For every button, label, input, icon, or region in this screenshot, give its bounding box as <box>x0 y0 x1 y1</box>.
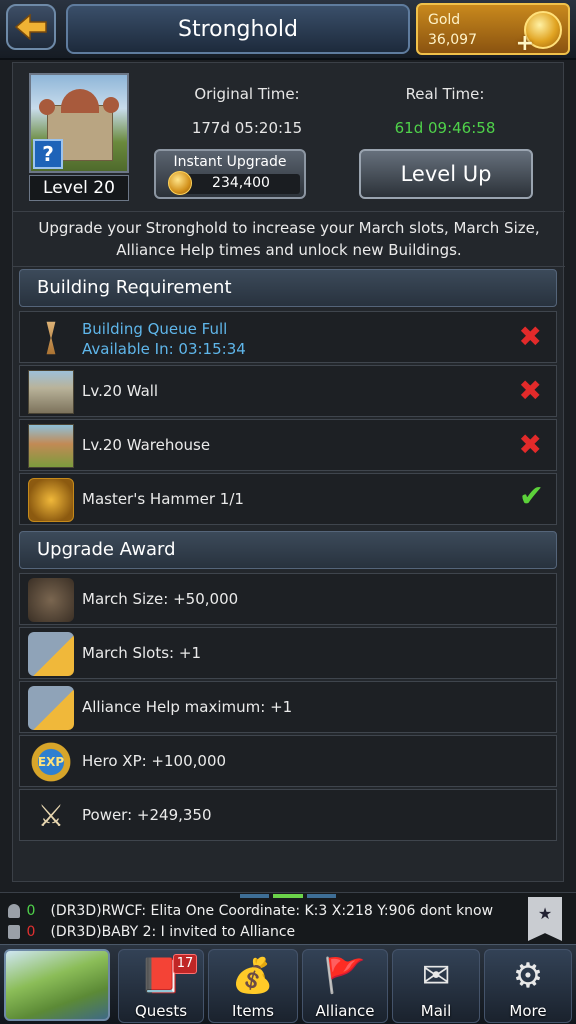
world-map-button[interactable] <box>4 949 110 1021</box>
add-gold-icon: + <box>515 31 534 56</box>
requirements-header: Building Requirement <box>19 269 557 307</box>
original-time-label: Original Time: <box>194 85 300 103</box>
instant-upgrade-label: Instant Upgrade <box>173 154 287 170</box>
requirement-queue-text: Building Queue Full Available In: 03:15:… <box>82 319 246 359</box>
chat-bubble-icon <box>8 925 20 939</box>
requirement-label: Lv.20 Wall <box>82 382 159 400</box>
unmet-x-icon: ✖ <box>518 428 542 461</box>
awards-header: Upgrade Award <box>19 531 557 569</box>
warehouse-icon <box>28 424 74 468</box>
chat-page-indicator <box>240 894 336 898</box>
chat-line: 0 (DR3D)RWCF: Elita One Coordinate: K:3 … <box>8 901 493 921</box>
bottom-nav: 📕 17 Quests 💰 Items 🚩 Alliance ✉ Mail ⚙ … <box>0 944 576 1024</box>
award-label: March Size: +50,000 <box>82 590 239 608</box>
wall-icon <box>28 370 74 414</box>
level-up-button[interactable]: Level Up <box>359 149 533 199</box>
nav-quests[interactable]: 📕 17 Quests <box>118 949 204 1023</box>
queue-status: Building Queue Full <box>82 320 228 338</box>
nav-label: Items <box>232 1002 274 1020</box>
checkmark-icon: ✔ <box>518 479 544 514</box>
stronghold-panel: ? Level 20 Original Time: 177d 05:20:15 … <box>12 62 565 882</box>
unmet-x-icon: ✖ <box>518 320 542 353</box>
instant-upgrade-cost: 234,400 <box>212 175 270 191</box>
page-title: Stronghold <box>66 4 410 54</box>
user-icon <box>8 904 20 918</box>
exp-icon: EXP <box>28 740 74 784</box>
back-button[interactable] <box>6 4 56 50</box>
real-time-label: Real Time: <box>405 85 485 103</box>
award-row: EXP Hero XP: +100,000 <box>19 735 557 787</box>
hammer-icon <box>28 478 74 522</box>
requirement-row-hammer[interactable]: Master's Hammer 1/1 ✔ <box>19 473 557 525</box>
nav-alliance[interactable]: 🚩 Alliance <box>302 949 388 1023</box>
nav-mail[interactable]: ✉ Mail <box>392 949 480 1023</box>
award-row: ⚔ Power: +249,350 <box>19 789 557 841</box>
award-row: Alliance Help maximum: +1 <box>19 681 557 733</box>
award-label: Hero XP: +100,000 <box>82 752 227 770</box>
award-row: March Slots: +1 <box>19 627 557 679</box>
top-bar: Stronghold Gold 36,097 + <box>0 0 576 60</box>
chat-page-dot <box>240 894 270 898</box>
award-label: March Slots: +1 <box>82 644 201 662</box>
building-level: Level 20 <box>29 175 129 201</box>
chat-page-dot-active <box>273 894 303 898</box>
nav-label: Alliance <box>315 1002 375 1020</box>
chat-message: (DR3D)RWCF: Elita One Coordinate: K:3 X:… <box>50 903 494 919</box>
chat-line: 0 (DR3D)BABY 2: I invited to Alliance <box>8 922 295 942</box>
gear-icon: ⚙ <box>512 956 544 996</box>
alliance-banner-icon: 🚩 <box>323 956 367 996</box>
nav-label: Mail <box>420 1002 452 1020</box>
chat-message: (DR3D)BABY 2: I invited to Alliance <box>50 924 296 940</box>
requirement-row-warehouse[interactable]: Lv.20 Warehouse ✖ <box>19 419 557 471</box>
chat-count: 0 <box>26 924 36 940</box>
upgrade-description: Upgrade your Stronghold to increase your… <box>13 211 565 267</box>
item-bag-icon: 💰 <box>231 956 275 996</box>
help-button[interactable]: ? <box>33 139 63 169</box>
power-icon: ⚔ <box>37 798 65 834</box>
gold-label: Gold <box>428 12 461 28</box>
instant-upgrade-button[interactable]: Instant Upgrade 234,400 <box>154 149 306 199</box>
mail-envelope-icon: ✉ <box>421 956 451 996</box>
gold-value: 36,097 <box>428 32 477 48</box>
requirement-label: Master's Hammer 1/1 <box>82 490 244 508</box>
hourglass-icon <box>46 321 56 355</box>
award-label: Alliance Help maximum: +1 <box>82 698 293 716</box>
requirement-row-queue[interactable]: Building Queue Full Available In: 03:15:… <box>19 311 557 363</box>
march-size-icon <box>28 578 74 622</box>
chat-preview[interactable]: 0 (DR3D)RWCF: Elita One Coordinate: K:3 … <box>0 892 576 944</box>
original-time-value: 177d 05:20:15 <box>191 119 303 137</box>
requirement-label: Lv.20 Warehouse <box>82 436 211 454</box>
real-time-value: 61d 09:46:58 <box>394 119 496 137</box>
back-arrow-icon <box>14 14 47 40</box>
alliance-chat-banner-icon[interactable]: ★ <box>528 897 562 941</box>
unmet-x-icon: ✖ <box>518 374 542 407</box>
march-slot-icon <box>28 632 74 676</box>
gold-coin-icon <box>168 171 192 195</box>
queue-available-in: Available In: 03:15:34 <box>82 340 246 358</box>
nav-label: Quests <box>134 1002 188 1020</box>
nav-items[interactable]: 💰 Items <box>208 949 298 1023</box>
gold-purchase-button[interactable]: Gold 36,097 + <box>416 3 570 56</box>
alliance-help-icon <box>28 686 74 730</box>
award-row: March Size: +50,000 <box>19 573 557 625</box>
quest-count-badge: 17 <box>173 954 197 974</box>
award-label: Power: +249,350 <box>82 806 212 824</box>
chat-count: 0 <box>26 903 36 919</box>
nav-label: More <box>509 1002 547 1020</box>
nav-more[interactable]: ⚙ More <box>484 949 572 1023</box>
requirement-row-wall[interactable]: Lv.20 Wall ✖ <box>19 365 557 417</box>
chat-page-dot <box>306 894 336 898</box>
